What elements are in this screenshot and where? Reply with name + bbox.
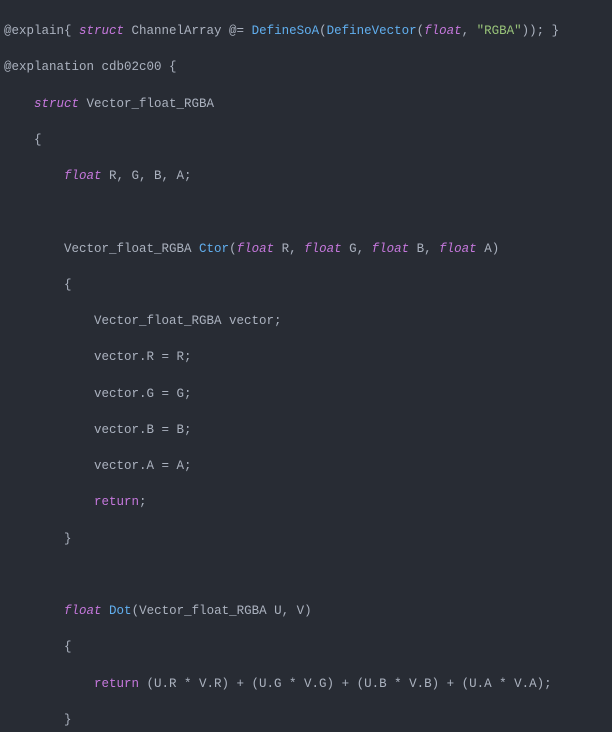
code-line: vector.B = B; bbox=[4, 421, 608, 439]
indent bbox=[4, 97, 34, 111]
indent bbox=[4, 169, 64, 183]
code-line: float Dot(Vector_float_RGBA U, V) bbox=[4, 602, 608, 620]
type-float: float bbox=[372, 242, 410, 256]
brace: } bbox=[4, 532, 72, 546]
code-editor[interactable]: @explain{ struct ChannelArray @= DefineS… bbox=[0, 0, 612, 732]
code-line: { bbox=[4, 276, 608, 294]
indent bbox=[4, 495, 94, 509]
code-line: float R, G, B, A; bbox=[4, 167, 608, 185]
func-ctor: Ctor bbox=[199, 242, 229, 256]
type-float: float bbox=[64, 169, 102, 183]
code-line: vector.G = G; bbox=[4, 385, 608, 403]
struct-name: Vector_float_RGBA bbox=[79, 97, 214, 111]
func-call: DefineVector bbox=[327, 24, 417, 38]
code-line: } bbox=[4, 530, 608, 548]
arg: R, bbox=[274, 242, 304, 256]
statement: vector.B = B; bbox=[4, 423, 192, 437]
code-line: Vector_float_RGBA Ctor(float R, float G,… bbox=[4, 240, 608, 258]
keyword-return: return bbox=[94, 495, 139, 509]
code-line: return (U.R * V.R) + (U.G * V.G) + (U.B … bbox=[4, 675, 608, 693]
paren: ( bbox=[319, 24, 327, 38]
indent bbox=[4, 604, 64, 618]
func-dot: Dot bbox=[109, 604, 132, 618]
code-line: { bbox=[4, 638, 608, 656]
blank-line bbox=[4, 203, 608, 221]
blank-line bbox=[4, 566, 608, 584]
type-float: float bbox=[64, 604, 102, 618]
code-line: @explanation cdb02c00 { bbox=[4, 58, 608, 76]
type-float: float bbox=[237, 242, 275, 256]
indent bbox=[4, 677, 94, 691]
code-line: Vector_float_RGBA vector; bbox=[4, 312, 608, 330]
brace: { bbox=[4, 278, 72, 292]
args: (Vector_float_RGBA U, V) bbox=[132, 604, 312, 618]
paren: ( bbox=[417, 24, 425, 38]
semicolon: ; bbox=[139, 495, 147, 509]
type-float: float bbox=[424, 24, 462, 38]
arg: A) bbox=[477, 242, 500, 256]
comma: , bbox=[462, 24, 477, 38]
code-line: } bbox=[4, 711, 608, 729]
code-line: return; bbox=[4, 493, 608, 511]
arg: B, bbox=[409, 242, 439, 256]
keyword-struct: struct bbox=[34, 97, 79, 111]
code-line: @explain{ struct ChannelArray @= DefineS… bbox=[4, 22, 608, 40]
arg: G, bbox=[342, 242, 372, 256]
tail: )); } bbox=[522, 24, 560, 38]
type-float: float bbox=[439, 242, 477, 256]
brace: } bbox=[4, 713, 72, 727]
string-literal: "RGBA" bbox=[477, 24, 522, 38]
keyword-struct: struct bbox=[79, 24, 124, 38]
keyword-return: return bbox=[94, 677, 139, 691]
return-type: Vector_float_RGBA bbox=[64, 242, 199, 256]
statement: vector.G = G; bbox=[4, 387, 192, 401]
annotation: @explanation cdb02c00 { bbox=[4, 60, 177, 74]
code-line: { bbox=[4, 131, 608, 149]
annotation: @explain{ bbox=[4, 24, 79, 38]
identifier: ChannelArray @= bbox=[124, 24, 252, 38]
statement: vector.R = R; bbox=[4, 350, 192, 364]
func-call: DefineSoA bbox=[252, 24, 320, 38]
statement: Vector_float_RGBA vector; bbox=[4, 314, 282, 328]
space bbox=[102, 604, 110, 618]
paren: ( bbox=[229, 242, 237, 256]
statement: vector.A = A; bbox=[4, 459, 192, 473]
code-line: vector.R = R; bbox=[4, 348, 608, 366]
brace: { bbox=[4, 133, 42, 147]
members: R, G, B, A; bbox=[102, 169, 192, 183]
code-line: struct Vector_float_RGBA bbox=[4, 95, 608, 113]
expression: (U.R * V.R) + (U.G * V.G) + (U.B * V.B) … bbox=[139, 677, 552, 691]
brace: { bbox=[4, 640, 72, 654]
indent bbox=[4, 242, 64, 256]
type-float: float bbox=[304, 242, 342, 256]
code-line: vector.A = A; bbox=[4, 457, 608, 475]
